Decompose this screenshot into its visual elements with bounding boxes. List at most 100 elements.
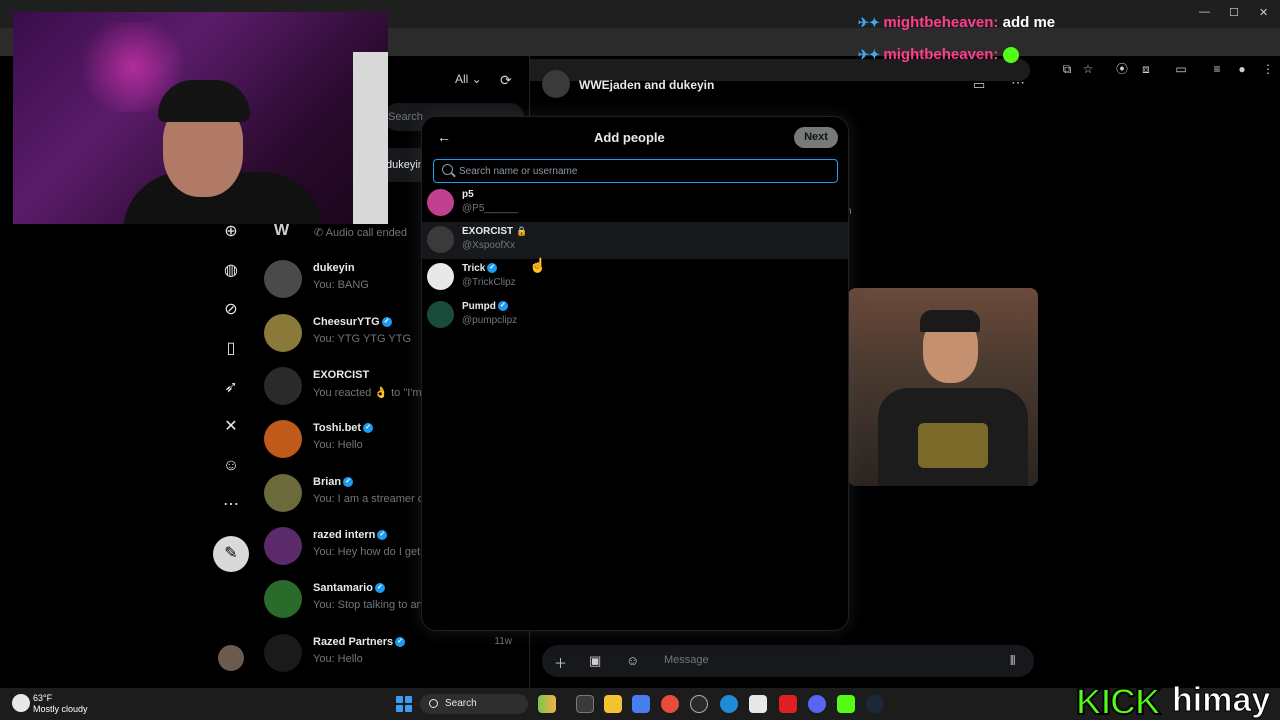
- voice-icon[interactable]: ⫴: [1010, 653, 1015, 669]
- copilot-icon[interactable]: [632, 695, 650, 713]
- maximize-icon[interactable]: ☐: [1229, 6, 1239, 19]
- person-handle: @TrickClipz: [462, 277, 516, 288]
- filter-dropdown[interactable]: All ⌄: [455, 72, 482, 86]
- file-explorer-icon[interactable]: [604, 695, 622, 713]
- kick-channel-name: himay: [1171, 681, 1271, 720]
- conversation-name-text: CheesurYTG: [313, 316, 380, 328]
- avatar: [264, 420, 302, 458]
- screen: — ☐ ✕ ⧉ ☆ ⦿ ⧈ ▭ ≡ ● ⋮ ⊕ ◍ ⊘ ▯ ➶ ✕ ☺ ⋯ ✎ …: [0, 0, 1280, 720]
- chatgpt-icon[interactable]: [690, 695, 708, 713]
- verified-badge-icon: ✓: [497, 301, 508, 312]
- avatar: [427, 226, 454, 253]
- chat-badges-icon: ✈✦: [858, 47, 884, 62]
- new-message-icon[interactable]: ⟳: [500, 72, 512, 89]
- back-arrow-icon[interactable]: ←: [437, 129, 451, 145]
- steam-icon[interactable]: [866, 695, 884, 713]
- discord-icon[interactable]: [808, 695, 826, 713]
- add-account-icon[interactable]: ⊕: [221, 222, 241, 242]
- conversation-name: Razed Partners ✓: [313, 636, 406, 648]
- minimize-icon[interactable]: —: [1199, 6, 1210, 18]
- conversation-name-text: Brian: [313, 476, 342, 488]
- people-search-input[interactable]: [459, 163, 829, 179]
- avatar: [264, 314, 302, 352]
- taskbar-search[interactable]: Search: [420, 694, 528, 714]
- verified-badge-icon: ✓: [374, 583, 385, 594]
- modal-title: Add people: [594, 130, 665, 145]
- extensions-puzzle-icon[interactable]: ⧈: [1139, 62, 1153, 76]
- post-button[interactable]: ✎: [213, 536, 249, 572]
- conversation-name-text: Toshi.bet: [313, 422, 362, 434]
- communities-icon[interactable]: ⊘: [221, 300, 241, 320]
- people-search-field[interactable]: [433, 159, 838, 183]
- grok-icon[interactable]: ◍: [221, 261, 241, 281]
- person-handle: @P5______: [462, 203, 518, 214]
- person-name-text: p5: [462, 189, 474, 200]
- widgets-icon[interactable]: [538, 695, 556, 713]
- person-handle: @XspoofXx: [462, 240, 515, 251]
- person-result[interactable]: Trick ✓ @TrickClipz: [422, 259, 848, 296]
- close-icon[interactable]: ✕: [1259, 6, 1268, 19]
- weather-condition: Mostly cloudy: [33, 704, 88, 714]
- tab-list-icon[interactable]: ≡: [1210, 62, 1224, 76]
- taskbar-search-label: Search: [445, 698, 477, 709]
- conversation-name: CheesurYTG ✓: [313, 316, 392, 328]
- chat-username: mightbeheaven:: [883, 14, 999, 31]
- person-result[interactable]: EXORCIST 🔒 @XspoofXx: [422, 222, 848, 259]
- install-app-icon[interactable]: ⧉: [1060, 62, 1074, 76]
- message-composer[interactable]: ＋ ▣ ☺ Message ⫴: [542, 645, 1034, 677]
- conversation-name-text: EXORCIST: [313, 369, 370, 381]
- chat-message: ✈✦ mightbeheaven:: [858, 46, 1019, 64]
- conversation-name-text: Santamario: [313, 582, 373, 594]
- filter-label: All: [455, 72, 469, 86]
- more-options-icon[interactable]: ⋯: [1011, 74, 1025, 91]
- search-icon: [429, 699, 438, 708]
- weather-widget[interactable]: 63°F Mostly cloudy: [12, 692, 122, 716]
- mouse-cursor-icon: ☝: [529, 257, 547, 273]
- webcam-overlay: [13, 12, 388, 224]
- video-call-icon[interactable]: ▭: [973, 77, 985, 93]
- conversation-row[interactable]: Razed Partners ✓ You: Hello 11w: [262, 634, 530, 678]
- profile-nav-icon[interactable]: ☺: [221, 456, 241, 476]
- browser-menu-icon[interactable]: ⋮: [1261, 62, 1275, 76]
- conversation-name: Toshi.bet ✓: [313, 422, 374, 434]
- kick-emote-icon: [1002, 47, 1019, 64]
- conversation-title[interactable]: WWEjaden and dukeyin: [579, 78, 714, 92]
- chat-username: mightbeheaven:: [883, 46, 999, 63]
- task-view-icon[interactable]: [576, 695, 594, 713]
- account-avatar[interactable]: [218, 645, 244, 671]
- avatar: [264, 634, 302, 672]
- avatar: [264, 367, 302, 405]
- store-icon[interactable]: [749, 695, 767, 713]
- call-status-text: Audio call ended: [325, 227, 408, 239]
- emoji-icon[interactable]: ☺: [626, 653, 639, 668]
- sidebar-icon[interactable]: ▭: [1174, 62, 1188, 76]
- edge-icon[interactable]: [720, 695, 738, 713]
- x-premium-icon[interactable]: ✕: [221, 417, 241, 437]
- avatar: [264, 580, 302, 618]
- person-handle: @pumpclipz: [462, 315, 518, 326]
- avatar: [427, 301, 454, 328]
- chrome-icon[interactable]: [661, 695, 679, 713]
- profile-icon[interactable]: ●: [1235, 62, 1249, 76]
- extension-icon[interactable]: ⦿: [1115, 62, 1129, 76]
- bookmark-star-icon[interactable]: ☆: [1081, 62, 1095, 76]
- person-name-text: EXORCIST: [462, 226, 514, 237]
- person-result[interactable]: p5 @P5______: [422, 185, 848, 222]
- shared-image[interactable]: [848, 288, 1038, 486]
- kick-app-icon[interactable]: [837, 695, 855, 713]
- call-status: ✆ Audio call ended: [314, 227, 408, 239]
- add-icon[interactable]: ＋: [554, 653, 567, 672]
- kick-brand-logo: KICK: [1075, 680, 1162, 720]
- kick-watermark: KICK himay: [1074, 680, 1280, 720]
- gif-icon[interactable]: ▣: [589, 653, 601, 669]
- next-button[interactable]: Next: [794, 127, 838, 148]
- conversation-name-text: dukeyin: [313, 262, 355, 274]
- search-icon: [442, 164, 453, 175]
- verified-badge-icon: ✓: [363, 423, 374, 434]
- windows-start-icon[interactable]: [396, 696, 412, 712]
- jobs-icon[interactable]: ➶: [221, 378, 241, 398]
- youtube-icon[interactable]: [779, 695, 797, 713]
- bookmarks-icon[interactable]: ▯: [221, 339, 241, 359]
- person-result[interactable]: Pumpd ✓ @pumpclipz: [422, 297, 848, 334]
- more-icon[interactable]: ⋯: [221, 495, 241, 515]
